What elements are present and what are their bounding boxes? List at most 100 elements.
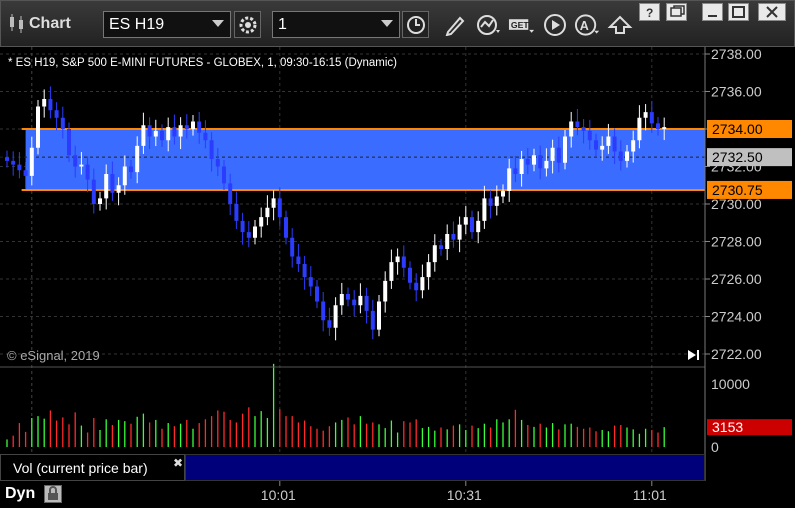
candle-body	[234, 204, 239, 221]
scroll-to-end-icon[interactable]	[688, 350, 699, 360]
candle-body	[625, 151, 629, 161]
candle-body	[339, 294, 344, 306]
price-tick-label: 2736.00	[711, 84, 762, 100]
candle-body	[265, 207, 270, 218]
time-axis-bg	[66, 481, 705, 507]
candle-body	[606, 136, 611, 146]
candle-body	[240, 220, 245, 233]
candle-body	[302, 264, 307, 278]
candle-body	[277, 198, 282, 218]
candle-body	[401, 256, 406, 268]
title-bar: Chart ES H19 1 GET A ?	[0, 0, 795, 47]
candle-body	[246, 232, 251, 238]
maximize-icon[interactable]	[728, 3, 749, 21]
candle-body	[408, 267, 412, 283]
close-icon[interactable]	[758, 3, 786, 21]
price-tick-label: 2728.00	[711, 234, 762, 250]
chevron-down-icon	[212, 20, 224, 27]
lock-icon[interactable]	[44, 485, 62, 503]
price-chart[interactable]: 2738.002736.002734.002732.002730.002728.…	[0, 47, 795, 507]
symbol-dropdown[interactable]: ES H19	[103, 11, 231, 38]
candle-body	[197, 121, 202, 133]
zone-upper-label: 2734.00	[712, 121, 763, 137]
candle-body	[91, 179, 96, 204]
candle-body	[290, 237, 295, 257]
volume-tick-label: 0	[711, 439, 719, 455]
candle-body	[482, 198, 487, 221]
candle-body	[383, 280, 388, 302]
candle-body	[569, 121, 574, 137]
dyn-label: Dyn	[5, 485, 36, 502]
candle-body	[98, 198, 102, 204]
candle-body	[346, 294, 350, 300]
minimize-icon[interactable]	[702, 3, 723, 21]
candle-body	[209, 140, 214, 159]
watermark: © eSignal, 2019	[7, 348, 100, 363]
candle-body	[439, 245, 443, 249]
candle-body	[600, 145, 605, 150]
alert-icon[interactable]: A	[574, 11, 601, 38]
time-tick-label: 10:01	[261, 487, 296, 503]
zone-lower-label: 2730.75	[712, 182, 763, 198]
get-icon[interactable]: GET	[508, 11, 535, 38]
candle-body	[476, 220, 481, 233]
gear-icon[interactable]	[234, 11, 261, 38]
candle-body	[643, 112, 648, 118]
candle-body	[54, 110, 59, 118]
candle-body	[451, 234, 456, 240]
candle-body	[463, 217, 468, 225]
candle-body	[36, 106, 40, 148]
candle-body	[222, 166, 226, 184]
candle-body	[23, 170, 28, 176]
price-zone	[25, 129, 706, 190]
candle-body	[457, 224, 462, 240]
last-price-label: 2732.50	[712, 149, 763, 165]
candle-body	[122, 166, 127, 186]
candle-body	[321, 301, 326, 321]
interval-dropdown[interactable]: 1	[272, 11, 400, 38]
candle-body	[594, 140, 598, 150]
candle-body	[5, 157, 9, 161]
candle-body	[544, 160, 549, 169]
window-title: Chart	[29, 15, 71, 32]
volume-tick-label: 10000	[711, 376, 750, 392]
candle-body	[364, 295, 369, 311]
candle-body	[172, 127, 177, 137]
candle-body	[48, 99, 53, 111]
candle-body	[184, 125, 189, 129]
price-tick-label: 2738.00	[711, 47, 762, 62]
time-tick-label: 10:31	[447, 487, 482, 503]
candle-body	[284, 217, 288, 238]
question-icon[interactable]: ?	[639, 3, 660, 21]
candle-body	[370, 310, 375, 330]
chart-legend: * ES H19, S&P 500 E-MINI FUTURES - GLOBE…	[8, 57, 397, 69]
candle-body	[166, 127, 171, 141]
clock-icon[interactable]	[402, 11, 429, 38]
study-icon[interactable]	[475, 11, 502, 38]
candle-body	[271, 198, 276, 208]
arrow-icon[interactable]	[606, 11, 633, 38]
candle-body	[60, 117, 65, 129]
volume-info-bar	[185, 454, 705, 481]
dyn-toggle[interactable]: Dyn	[0, 481, 66, 508]
volume-bars	[6, 363, 665, 447]
candle-body	[377, 301, 381, 330]
candle-body	[414, 282, 419, 291]
symbol-value: ES H19	[109, 16, 165, 33]
pencil-icon[interactable]	[441, 11, 468, 38]
play-icon[interactable]	[541, 11, 568, 38]
candle-body	[501, 190, 505, 197]
close-icon[interactable]: ✖	[173, 456, 183, 470]
candle-body	[631, 140, 636, 152]
candle-body	[29, 147, 34, 176]
candle-body	[296, 256, 301, 264]
price-tick-label: 2726.00	[711, 271, 762, 287]
candle-body	[191, 121, 195, 129]
candle-body	[656, 123, 660, 129]
restore-icon[interactable]	[666, 3, 687, 21]
candle-body	[79, 164, 84, 167]
svg-text:GET: GET	[511, 19, 530, 29]
volume-current-label: 3153	[712, 419, 743, 435]
candle-body	[73, 155, 78, 167]
svg-text:A: A	[580, 18, 589, 32]
